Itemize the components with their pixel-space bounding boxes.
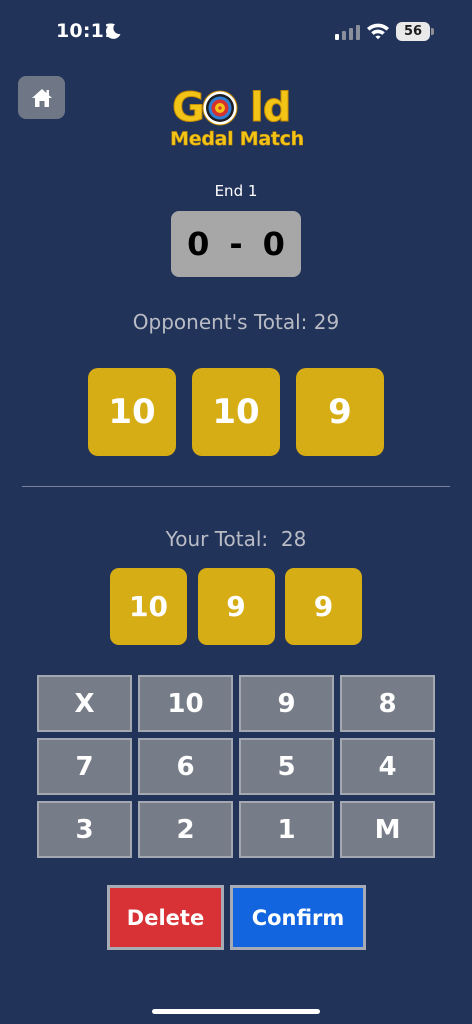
key-m[interactable]: M [340, 801, 435, 858]
battery-tip [431, 28, 434, 35]
key-8[interactable]: 8 [340, 675, 435, 732]
key-3[interactable]: 3 [37, 801, 132, 858]
match-score: 0 - 0 [171, 211, 301, 277]
logo-letter-g: G [172, 85, 206, 131]
score-right: 0 [262, 225, 285, 263]
key-10[interactable]: 10 [138, 675, 233, 732]
cellular-signal-icon [335, 25, 360, 40]
app-logo: G ld Medal Match [150, 86, 324, 156]
opponent-arrow-3: 9 [296, 368, 384, 456]
moon-icon [105, 23, 121, 39]
score-keypad: X 10 9 8 7 6 5 4 3 2 1 M [37, 675, 436, 858]
home-icon [31, 88, 52, 107]
key-9[interactable]: 9 [239, 675, 334, 732]
home-button[interactable] [18, 76, 65, 119]
opponent-arrow-2: 10 [192, 368, 280, 456]
opponent-arrows: 10 10 9 [88, 368, 384, 456]
key-2[interactable]: 2 [138, 801, 233, 858]
confirm-button[interactable]: Confirm [230, 885, 366, 950]
score-separator: - [229, 225, 243, 263]
logo-letters-ld: ld [249, 85, 291, 131]
key-x[interactable]: X [37, 675, 132, 732]
your-arrows: 10 9 9 [110, 568, 362, 645]
end-label: End 1 [214, 182, 258, 200]
key-7[interactable]: 7 [37, 738, 132, 795]
target-icon [202, 90, 238, 126]
your-total: Your Total: 28 [165, 527, 307, 551]
score-left: 0 [187, 225, 210, 263]
your-arrow-3[interactable]: 9 [285, 568, 362, 645]
battery-indicator: 56 [396, 22, 430, 41]
opponent-arrow-1: 10 [88, 368, 176, 456]
home-indicator [152, 1009, 320, 1014]
delete-button[interactable]: Delete [107, 885, 224, 950]
your-arrow-1[interactable]: 10 [110, 568, 187, 645]
key-1[interactable]: 1 [239, 801, 334, 858]
opponent-total: Opponent's Total: 29 [132, 310, 340, 334]
key-4[interactable]: 4 [340, 738, 435, 795]
key-5[interactable]: 5 [239, 738, 334, 795]
wifi-icon [367, 23, 389, 40]
key-6[interactable]: 6 [138, 738, 233, 795]
logo-subtitle: Medal Match [170, 128, 304, 151]
status-bar: 10:11 56 [0, 0, 472, 64]
divider [22, 486, 450, 487]
your-arrow-2[interactable]: 9 [197, 568, 275, 645]
